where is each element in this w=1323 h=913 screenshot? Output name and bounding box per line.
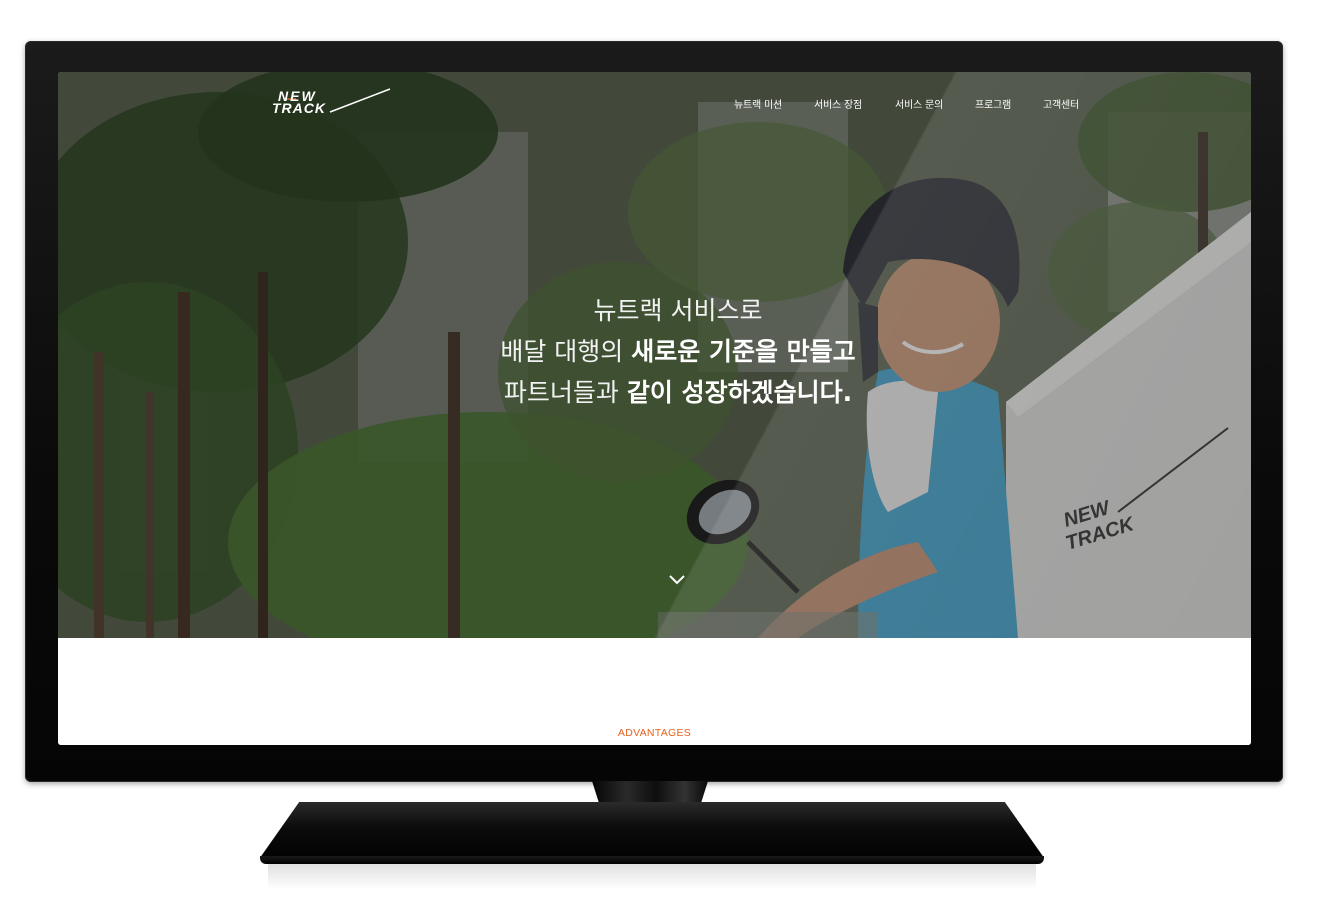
- monitor-stand-reflection: [268, 864, 1036, 890]
- hero-headline-line2: 배달 대행의 새로운 기준을 만들고: [418, 331, 938, 372]
- website-screen: NEW TRACK NEW TRACK 뉴트랙 미션 서비스 장점 서비스 문의…: [58, 72, 1251, 745]
- newtrack-logo[interactable]: NEW TRACK: [272, 86, 392, 116]
- nav-item-mission[interactable]: 뉴트랙 미션: [734, 96, 782, 111]
- hero-headline-line1: 뉴트랙 서비스로: [593, 296, 763, 325]
- page: NEW TRACK NEW TRACK 뉴트랙 미션 서비스 장점 서비스 문의…: [0, 0, 1323, 913]
- nav-item-inquiry[interactable]: 서비스 문의: [895, 96, 943, 111]
- hero-section: NEW TRACK NEW TRACK 뉴트랙 미션 서비스 장점 서비스 문의…: [58, 72, 1251, 638]
- advantages-label: ADVANTAGES: [617, 727, 692, 739]
- monitor-stand-base: [260, 802, 1044, 858]
- nav-item-advantages[interactable]: 서비스 장점: [814, 96, 862, 111]
- monitor-stand-edge: [260, 856, 1044, 864]
- hero-line3-light: 파트너들과: [503, 378, 627, 407]
- logo-text-track: TRACK: [272, 100, 326, 116]
- advantages-section: ADVANTAGES: [58, 638, 1251, 745]
- hero-line2-bold: 새로운 기준을 만들고: [631, 337, 856, 366]
- nav-item-program[interactable]: 프로그램: [975, 96, 1011, 111]
- chevron-down-icon[interactable]: [666, 572, 688, 588]
- hero-headline-line3: 파트너들과 같이 성장하겠습니다.: [418, 372, 938, 413]
- hero-headline: 뉴트랙 서비스로 배달 대행의 새로운 기준을 만들고 파트너들과 같이 성장하…: [418, 290, 938, 413]
- nav-item-support[interactable]: 고객센터: [1043, 96, 1079, 111]
- hero-line3-bold: 같이 성장하겠습니다.: [626, 378, 853, 407]
- hero-line2-light: 배달 대행의: [500, 337, 632, 366]
